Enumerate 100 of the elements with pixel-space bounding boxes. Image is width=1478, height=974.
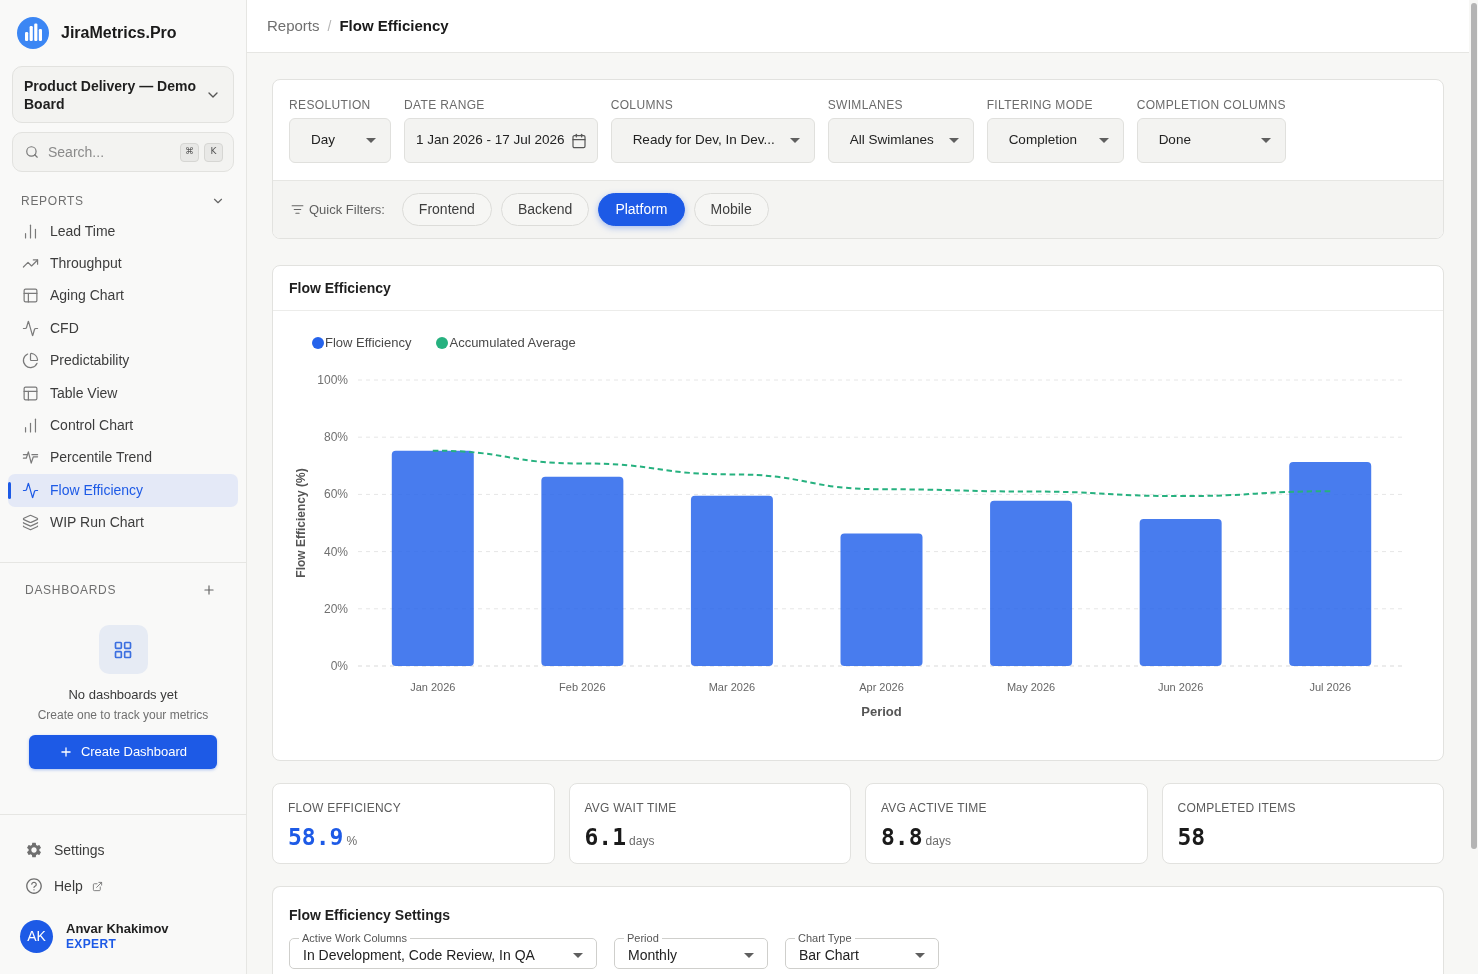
sidebar-item[interactable]: Aging Chart [8, 279, 238, 313]
bar-chart-icon [22, 222, 39, 240]
select-field[interactable]: Period Monthly [614, 931, 768, 969]
breadcrumb-separator: / [327, 16, 332, 36]
user-name: Anvar Khakimov [66, 921, 169, 937]
sidebar-item[interactable]: Table View [8, 376, 238, 410]
help-icon [25, 877, 43, 895]
axis-tick-label: Apr 2026 [859, 681, 904, 693]
stat-value: 58 [1177, 823, 1206, 851]
dropdown[interactable]: Day [289, 118, 391, 163]
dashboard-grid-icon [98, 625, 148, 674]
field-label: Chart Type [797, 931, 853, 945]
axis-tick-label: Mar 2026 [708, 681, 756, 693]
settings-icon [25, 841, 43, 859]
caret-icon [1260, 138, 1271, 143]
axis-title: Period [861, 704, 902, 719]
quick-filter-chip[interactable]: Mobile [693, 193, 769, 226]
shortcut-key: K [204, 142, 223, 162]
dropdown[interactable]: Done [1136, 118, 1286, 163]
axis-title: Flow Efficiency (%) [294, 468, 309, 578]
legend-label: Flow Efficiency [325, 334, 412, 353]
filter-label: DATE RANGE [404, 98, 486, 112]
scrollbar-thumb[interactable] [1470, 3, 1477, 849]
sidebar-item[interactable]: Throughput [8, 247, 238, 280]
search-icon [25, 145, 39, 159]
panel-title: Flow Efficiency Settings [289, 906, 452, 925]
caret-icon [948, 138, 959, 143]
pulse-icon [22, 319, 39, 337]
empty-state-title: No dashboards yet [67, 687, 179, 703]
caret-icon [1098, 138, 1109, 143]
sidebar-item[interactable]: Lead Time [8, 215, 238, 248]
stat-value: 8.8 [881, 823, 923, 851]
sidebar-item[interactable]: CFD [8, 312, 238, 345]
caret-icon [366, 138, 376, 143]
dropdown[interactable]: All Swimlanes [827, 118, 974, 163]
dropdown[interactable]: Completion [986, 118, 1124, 163]
search-input[interactable]: Search... [48, 141, 171, 163]
stat-unit: days [629, 833, 655, 850]
caret-icon [744, 952, 754, 958]
shortcut-key: ⌘ [180, 142, 199, 162]
axis-tick-label: Jan 2026 [410, 681, 456, 693]
sidebar-item[interactable]: Predictability [8, 344, 238, 377]
user-role: EXPERT [66, 937, 118, 952]
axis-tick-label: 60% [323, 487, 348, 502]
dropdown[interactable]: Ready for Dev, In Dev... [610, 118, 815, 163]
caret-icon [789, 138, 800, 143]
quick-filters-label: Quick Filters: [309, 200, 385, 219]
field-label: Period [626, 931, 660, 945]
select-field[interactable]: Active Work Columns In Development, Code Review, In QA [289, 931, 597, 969]
layers-icon [22, 514, 39, 532]
sidebar-item[interactable]: WIP Run Chart [8, 506, 238, 539]
stat-unit: % [346, 833, 358, 850]
quick-filter-chip[interactable]: Backend [500, 193, 590, 226]
stat-value: 58.9 [288, 823, 344, 851]
axis-tick-label: Jul 2026 [1309, 681, 1351, 693]
axis-tick-label: Feb 2026 [559, 681, 606, 693]
plus-icon[interactable] [202, 583, 216, 597]
plus-icon [58, 745, 73, 759]
stat-label: COMPLETED ITEMS [1177, 801, 1297, 815]
filter-label: COLUMNS [610, 98, 675, 112]
stat-label: FLOW EFFICIENCY [288, 801, 402, 815]
layout-icon [22, 287, 39, 305]
sidebar-link[interactable]: Help [12, 868, 234, 904]
board-selector[interactable]: Product Delivery — Demo Board [12, 66, 234, 123]
date-range-field[interactable]: 1 Jan 2026 - 17 Jul 2026 [404, 118, 598, 163]
pulse-icon [22, 481, 39, 499]
axis-tick-label: May 2026 [1006, 681, 1056, 693]
section-heading: DASHBOARDS [25, 583, 117, 597]
layout-icon [22, 384, 39, 402]
breadcrumb-item: Flow Efficiency [339, 15, 449, 36]
sidebar-item[interactable]: Control Chart [8, 409, 238, 442]
empty-state-text: Create one to track your metrics [36, 707, 210, 723]
sidebar-item[interactable]: Percentile Trend [8, 441, 238, 475]
axis-tick-label: 80% [323, 430, 348, 445]
quick-filter-chip[interactable]: Frontend [401, 193, 492, 226]
sidebar-link[interactable]: Settings [12, 832, 234, 868]
field-label: Active Work Columns [301, 931, 408, 945]
pie-chart-icon [22, 352, 39, 370]
bar-chart-icon [22, 417, 39, 435]
panel-title: Flow Efficiency [289, 278, 391, 298]
quick-filter-chip[interactable]: Platform [598, 193, 685, 226]
axis-tick-label: 20% [323, 601, 348, 616]
breadcrumb-item[interactable]: Reports [267, 14, 320, 38]
search-field[interactable]: Search... ⌘ K [12, 132, 234, 172]
sidebar-item[interactable]: Flow Efficiency [8, 474, 238, 507]
filter-label: SWIMLANES [827, 98, 904, 112]
calendar-icon [570, 132, 587, 149]
stat-unit: days [925, 833, 951, 850]
stat-value: 6.1 [584, 823, 627, 851]
pulse-icon [22, 449, 39, 467]
select-field[interactable]: Chart Type Bar Chart [785, 931, 939, 969]
filter-label: COMPLETION COLUMNS [1136, 98, 1286, 112]
legend-label: Accumulated Average [449, 334, 576, 353]
create-dashboard-button[interactable]: Create Dashboard [29, 735, 217, 769]
axis-tick-label: 0% [330, 659, 348, 673]
brand-name: JiraMetrics.Pro [61, 23, 177, 43]
user-avatar: AK [20, 920, 53, 953]
caret-icon [915, 952, 925, 958]
section-heading: REPORTS [21, 194, 84, 208]
axis-tick-label: 40% [323, 544, 348, 559]
